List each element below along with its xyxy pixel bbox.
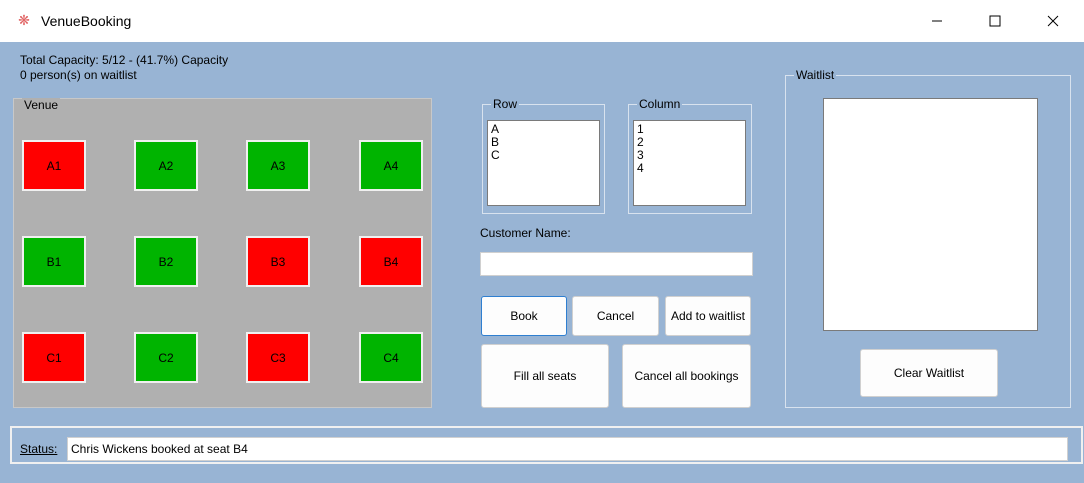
waitlist-label: Waitlist [794,68,837,82]
row-label: Row [491,97,520,111]
column-option[interactable]: 1 [637,123,742,136]
venue-label: Venue [22,98,61,112]
waitlist-count: 0 person(s) on waitlist [20,68,137,82]
minimize-icon [932,20,942,22]
column-option[interactable]: 4 [637,162,742,175]
seat-a3[interactable]: A3 [246,140,310,191]
status-label: Status: [20,442,58,456]
maximize-icon [989,15,1001,27]
seat-b2[interactable]: B2 [134,236,198,287]
cancel-button[interactable]: Cancel [572,296,659,336]
column-option[interactable]: 2 [637,136,742,149]
row-option[interactable]: B [491,136,596,149]
customer-name-input[interactable] [480,252,753,276]
cancel-all-bookings-button[interactable]: Cancel all bookings [622,344,751,408]
window-title: VenueBooking [41,13,132,29]
row-listbox[interactable]: A B C [487,120,600,206]
waitlist-listbox[interactable] [823,98,1038,331]
seat-b4[interactable]: B4 [359,236,423,287]
title-bar: ❋ VenueBooking [0,0,1084,42]
capacity-summary: Total Capacity: 5/12 - (41.7%) Capacity [20,53,229,67]
customer-name-label: Customer Name: [480,226,571,240]
close-button[interactable] [1024,0,1082,42]
seat-b1[interactable]: B1 [22,236,86,287]
minimize-button[interactable] [908,0,966,42]
row-option[interactable]: A [491,123,596,136]
column-group: Column 1 2 3 4 [628,97,752,214]
row-group: Row A B C [482,97,605,214]
main-panel: Total Capacity: 5/12 - (41.7%) Capacity … [0,42,1084,483]
asterisk-icon: ❋ [18,12,30,28]
seat-a1[interactable]: A1 [22,140,86,191]
book-button[interactable]: Book [481,296,567,336]
venue-group: Venue A1 A2 A3 A4 B1 B2 B3 B4 C1 C2 C3 C4 [13,98,432,408]
seat-c3[interactable]: C3 [246,332,310,383]
seat-a2[interactable]: A2 [134,140,198,191]
column-label: Column [637,97,683,111]
status-text: Chris Wickens booked at seat B4 [67,437,1068,461]
maximize-button[interactable] [966,0,1024,42]
column-listbox[interactable]: 1 2 3 4 [633,120,746,206]
row-option[interactable]: C [491,149,596,162]
close-icon [1047,15,1059,27]
seat-a4[interactable]: A4 [359,140,423,191]
seat-c1[interactable]: C1 [22,332,86,383]
seat-c4[interactable]: C4 [359,332,423,383]
add-to-waitlist-button[interactable]: Add to waitlist [665,296,751,336]
clear-waitlist-button[interactable]: Clear Waitlist [860,349,998,397]
status-bar: Status: Chris Wickens booked at seat B4 [10,426,1083,464]
seat-c2[interactable]: C2 [134,332,198,383]
seat-b3[interactable]: B3 [246,236,310,287]
column-option[interactable]: 3 [637,149,742,162]
fill-all-seats-button[interactable]: Fill all seats [481,344,609,408]
